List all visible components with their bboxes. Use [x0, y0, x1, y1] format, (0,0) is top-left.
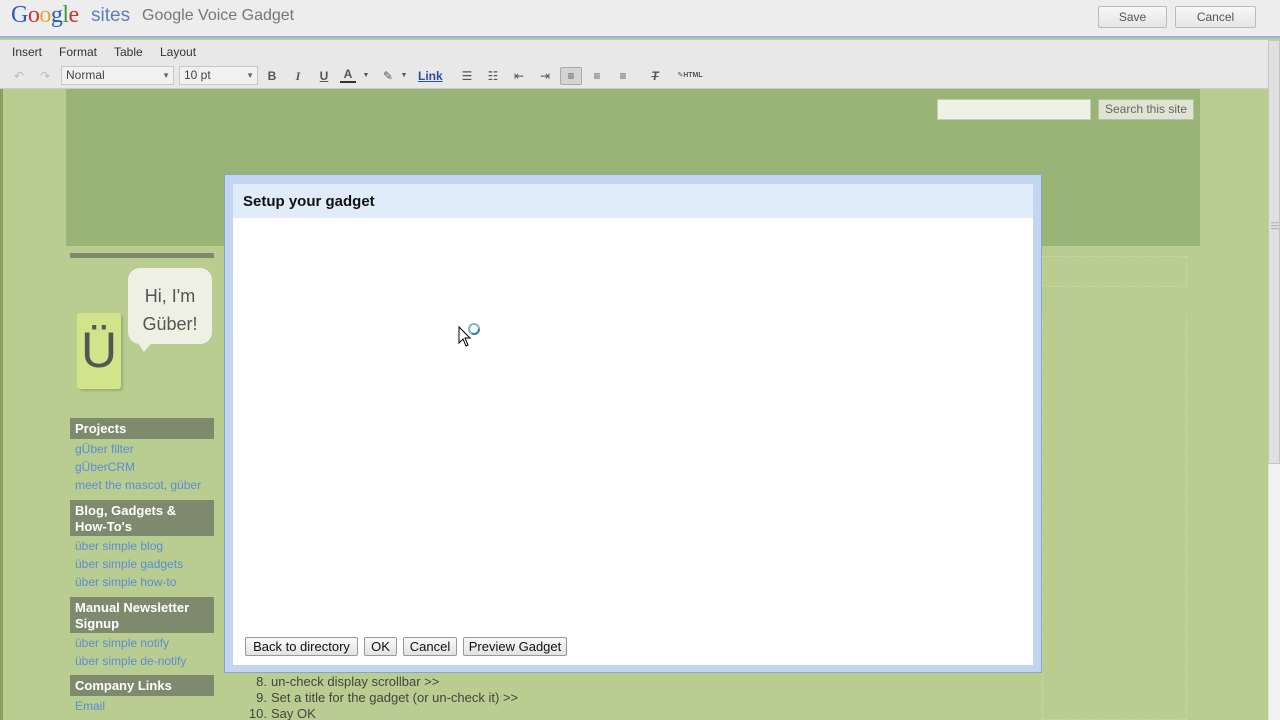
- sidebar-link-how-to[interactable]: über simple how-to: [75, 575, 176, 589]
- style-select-value: Normal: [66, 68, 105, 82]
- align-center-icon[interactable]: ≡: [587, 68, 607, 84]
- list-item: 10. Say OK: [245, 706, 316, 720]
- preview-gadget-button[interactable]: Preview Gadget: [463, 637, 567, 656]
- sidebar-heading-projects: Projects: [70, 418, 214, 439]
- sidebar-link-gadgets[interactable]: über simple gadgets: [75, 557, 183, 571]
- chevron-down-icon: ▼: [246, 71, 254, 80]
- mascot-letter: Ü: [80, 322, 118, 378]
- list-item-number: 8.: [256, 674, 267, 689]
- html-icon[interactable]: ✎HTML: [673, 68, 707, 84]
- bubble-line-2: Güber!: [142, 314, 198, 334]
- style-select[interactable]: Normal ▼: [61, 66, 174, 85]
- list-item-number: 9.: [256, 690, 267, 705]
- content-placeholder-box: [1042, 256, 1187, 287]
- list-item: 8. un-check display scrollbar >>: [245, 674, 439, 689]
- menu-table[interactable]: Table: [114, 45, 143, 59]
- outdent-icon[interactable]: ⇤: [509, 68, 529, 84]
- bullet-list-icon[interactable]: ☷: [483, 68, 503, 84]
- list-item-number: 10.: [248, 706, 267, 720]
- italic-icon[interactable]: I: [288, 68, 308, 84]
- sidebar-heading-blog: Blog, Gadgets & How-To's: [70, 500, 214, 536]
- list-item-text: un-check display scrollbar >>: [271, 674, 440, 689]
- content-area-border: [1042, 315, 1187, 720]
- top-header: Google sites Google Voice Gadget Save Ca…: [0, 0, 1280, 38]
- sidebar-link-de-notify[interactable]: über simple de-notify: [75, 654, 186, 668]
- link-button[interactable]: Link: [418, 69, 443, 83]
- site-search-input[interactable]: [937, 99, 1091, 120]
- menu-insert[interactable]: Insert: [12, 45, 42, 59]
- speech-bubble-text: Hi, I'm Güber!: [128, 282, 212, 338]
- editor-toolbar: ↶ ↷ Normal ▼ 10 pt ▼ B I U A ▼ ✎ ▼ Link ☰ …: [0, 63, 1268, 89]
- back-to-directory-button[interactable]: Back to directory: [245, 637, 358, 656]
- remove-format-icon[interactable]: T: [645, 68, 665, 84]
- logo-sites-text[interactable]: sites: [91, 5, 130, 27]
- font-size-value: 10 pt: [184, 68, 211, 82]
- underline-icon[interactable]: U: [314, 68, 334, 84]
- site-left-strip: [0, 89, 3, 720]
- menu-bar: Insert Format Table Layout: [0, 40, 1268, 63]
- list-item: 9. Set a title for the gadget (or un-chec…: [245, 690, 518, 705]
- cancel-edit-button[interactable]: Cancel: [1175, 6, 1256, 28]
- scrollbar-thumb[interactable]: [1268, 40, 1280, 464]
- text-color-icon[interactable]: A: [340, 68, 356, 83]
- dialog-title: Setup your gadget: [243, 193, 375, 210]
- align-right-icon[interactable]: ≡: [613, 68, 633, 84]
- sidebar-link-email[interactable]: Email: [75, 699, 105, 713]
- search-site-button[interactable]: Search this site: [1098, 99, 1194, 120]
- sidebar-link-notify[interactable]: über simple notify: [75, 636, 169, 650]
- dialog-body: Setup your gadget Back to directory OK C…: [233, 184, 1033, 665]
- google-logo[interactable]: Google: [11, 2, 79, 29]
- sidebar-heading-newsletter: Manual Newsletter Signup: [70, 597, 214, 633]
- sidebar-link-guber-filter[interactable]: gÜber filter: [75, 442, 134, 456]
- sidebar-link-blog[interactable]: über simple blog: [75, 539, 163, 553]
- align-left-icon[interactable]: ≡: [560, 67, 582, 85]
- dialog-title-bar: Setup your gadget: [233, 184, 1033, 218]
- scrollbar-grip-icon: — — —: [1271, 218, 1279, 233]
- save-button[interactable]: Save: [1098, 6, 1167, 28]
- chevron-down-icon[interactable]: ▼: [356, 68, 376, 84]
- speech-bubble-tail: [136, 340, 154, 352]
- bubble-line-1: Hi, I'm: [144, 286, 196, 306]
- busy-cursor-icon: [458, 323, 480, 347]
- cancel-button[interactable]: Cancel: [403, 637, 457, 656]
- numbered-list-icon[interactable]: ☰: [457, 68, 477, 84]
- sidebar-link-gubercrm[interactable]: gÜberCRM: [75, 460, 135, 474]
- chevron-down-icon: ▼: [162, 71, 170, 80]
- setup-gadget-dialog: Setup your gadget Back to directory OK C…: [224, 174, 1042, 673]
- undo-icon[interactable]: ↶: [9, 68, 29, 84]
- indent-icon[interactable]: ⇥: [535, 68, 555, 84]
- bold-icon[interactable]: B: [262, 68, 282, 84]
- menu-layout[interactable]: Layout: [160, 45, 196, 59]
- redo-icon[interactable]: ↷: [35, 68, 55, 84]
- list-item-text: Say OK: [271, 706, 316, 720]
- chevron-down-icon[interactable]: ▼: [394, 68, 414, 84]
- sidebar-link-mascot[interactable]: meet the mascot, güber: [75, 478, 201, 492]
- sidebar-divider: [70, 253, 214, 258]
- sidebar-heading-company-links: Company Links: [70, 675, 214, 696]
- font-size-select[interactable]: 10 pt ▼: [179, 66, 258, 85]
- ok-button[interactable]: OK: [364, 637, 397, 656]
- html-label: HTML: [683, 72, 703, 79]
- page-title: Google Voice Gadget: [142, 7, 295, 24]
- list-item-text: Set a title for the gadget (or un-check …: [271, 690, 519, 705]
- menu-format[interactable]: Format: [59, 45, 97, 59]
